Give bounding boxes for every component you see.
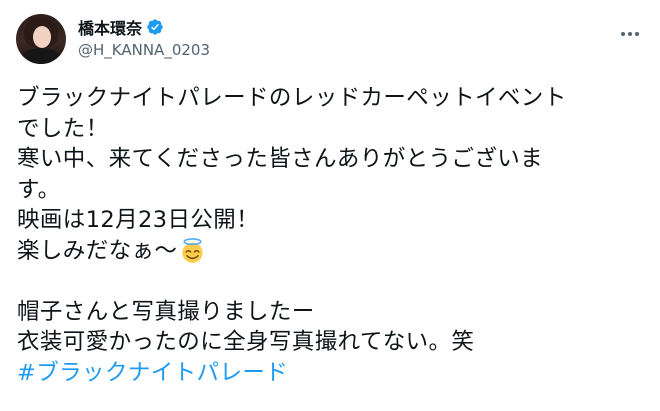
tweet-line: す。	[17, 176, 61, 203]
display-name[interactable]: 橋本環奈	[78, 15, 142, 39]
author-handle[interactable]: @H_KANNA_0203	[78, 41, 210, 59]
smiling-face-with-halo-emoji	[182, 237, 203, 263]
avatar[interactable]	[16, 14, 66, 64]
tweet-line: 楽しみだなぁ〜	[17, 237, 178, 264]
tweet-header: 橋本環奈 @H_KANNA_0203	[16, 14, 646, 66]
tweet-line: ブラックナイトパレードのレッドカーペットイベント	[17, 85, 567, 111]
display-name-row: 橋本環奈	[78, 16, 210, 38]
tweet-line: 映画は12月23日公開！	[17, 207, 260, 233]
tweet-hashtag-line: #ブラックナイトパレード	[17, 358, 647, 389]
avatar-shoulders	[20, 48, 62, 64]
avatar-face	[33, 26, 51, 48]
tweet-line: でした！	[17, 115, 109, 142]
more-dot	[628, 32, 632, 36]
more-dot	[635, 32, 639, 36]
verified-badge-icon	[147, 19, 163, 35]
more-options-icon[interactable]	[618, 24, 642, 44]
tweet-line: 寒い中、来てくださった皆さんありがとうございま	[17, 146, 544, 172]
tweet-line-with-emoji: 楽しみだなぁ〜	[17, 236, 647, 267]
tweet-line: 衣装可愛かったのに全身写真撮れてない。笑	[17, 329, 475, 355]
author-info: 橋本環奈 @H_KANNA_0203	[78, 16, 210, 59]
tweet-line: 帽子さんと写真撮りましたー	[17, 298, 315, 325]
hashtag-link[interactable]: #ブラックナイトパレード	[17, 360, 288, 386]
more-dot	[621, 32, 625, 36]
tweet-text: ブラックナイトパレードのレッドカーペットイベント でした！ 寒い中、来てくださっ…	[17, 83, 647, 388]
tweet-card: 橋本環奈 @H_KANNA_0203 ブラックナイトパレードのレッドカーペットイ…	[0, 0, 660, 411]
